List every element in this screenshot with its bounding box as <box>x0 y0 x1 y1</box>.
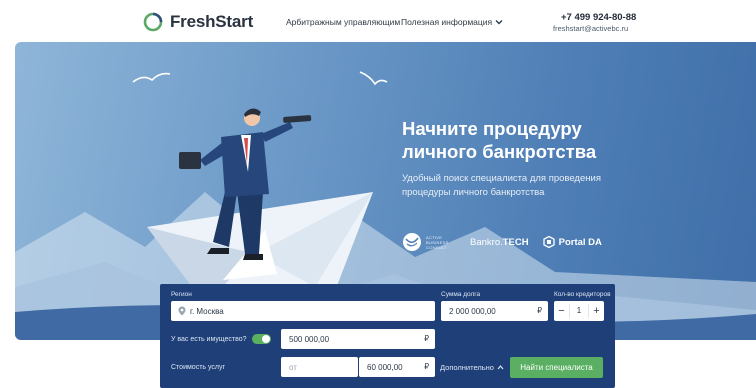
debt-currency: ₽ <box>537 306 542 315</box>
cost-from-input[interactable]: от <box>281 357 358 377</box>
nav-link-useful-info[interactable]: Полезная информация <box>401 17 503 27</box>
chevron-up-icon <box>497 365 504 370</box>
region-label: Регион <box>171 291 192 298</box>
specialist-search-form: Регион г. Москва Сумма долга 2 000 000,0… <box>160 284 615 388</box>
region-input-value: г. Москва <box>190 306 224 316</box>
more-filters-label: Дополнительно <box>440 363 494 372</box>
nav-link-managers[interactable]: Арбитражным управляющим <box>286 17 400 27</box>
find-specialist-button[interactable]: Найти специалиста <box>510 357 603 378</box>
property-toggle[interactable] <box>252 334 271 344</box>
site-header: FreshStart Арбитражным управляющим Полез… <box>0 0 756 42</box>
property-label: У вас есть имущество? <box>171 336 247 343</box>
partner-active-business-consult[interactable]: ACTIVE BUSINESS CONSULT <box>402 232 456 252</box>
cost-label: Стоимость услуг <box>171 364 226 371</box>
debt-amount-value: 2 000 000,00 <box>449 306 496 316</box>
hero-subtitle: Удобный поиск специалиста для проведения… <box>402 173 601 198</box>
logo-ring-icon <box>143 12 163 32</box>
creditors-count[interactable]: 1 <box>569 304 589 318</box>
active-business-consult-logo-icon <box>403 233 421 251</box>
creditors-stepper: − 1 + <box>554 301 604 321</box>
cost-to-input[interactable]: 60 000,00 ₽ <box>359 357 435 377</box>
region-input[interactable]: г. Москва <box>171 301 435 321</box>
location-pin-icon <box>178 306 186 316</box>
creditors-increment-button[interactable]: + <box>589 301 604 321</box>
partner-logos: ACTIVE BUSINESS CONSULT Bankro.TECH Port… <box>402 232 602 252</box>
property-value-input[interactable]: 500 000,00 ₽ <box>281 329 435 349</box>
partner-portal-da-label: Portal DA <box>558 236 602 248</box>
more-filters-toggle[interactable]: Дополнительно <box>440 363 504 372</box>
nav-link-useful-info-label: Полезная информация <box>401 17 493 27</box>
partner-active-business-consult-label: ACTIVE BUSINESS CONSULT <box>426 234 449 250</box>
partner-bankro-tech-bold: TECH <box>502 236 529 248</box>
chevron-down-icon <box>495 20 503 25</box>
creditors-label: Кол-во кредиторов <box>554 291 611 298</box>
debt-label: Сумма долга <box>441 291 481 298</box>
hero-title: Начните процедуру личного банкротства <box>402 118 597 162</box>
property-value: 500 000,00 <box>289 334 330 344</box>
cost-from-placeholder: от <box>289 362 297 372</box>
partner-portal-da[interactable]: Portal DA <box>542 236 602 248</box>
cost-currency: ₽ <box>424 362 429 371</box>
creditors-decrement-button[interactable]: − <box>554 301 569 321</box>
contact-phone[interactable]: +7 499 924-80-88 <box>561 12 636 23</box>
logo[interactable]: FreshStart <box>143 12 253 32</box>
property-currency: ₽ <box>424 334 429 343</box>
partner-bankro-prefix: Bankro. <box>470 236 503 248</box>
cost-to-value: 60 000,00 <box>367 362 403 372</box>
logo-text: FreshStart <box>170 12 254 31</box>
partner-bankro-tech[interactable]: Bankro.TECH <box>470 237 529 248</box>
portal-da-logo-icon <box>542 236 555 248</box>
contact-email[interactable]: freshstart@activebc.ru <box>553 24 628 33</box>
debt-amount-input[interactable]: 2 000 000,00 ₽ <box>441 301 548 321</box>
